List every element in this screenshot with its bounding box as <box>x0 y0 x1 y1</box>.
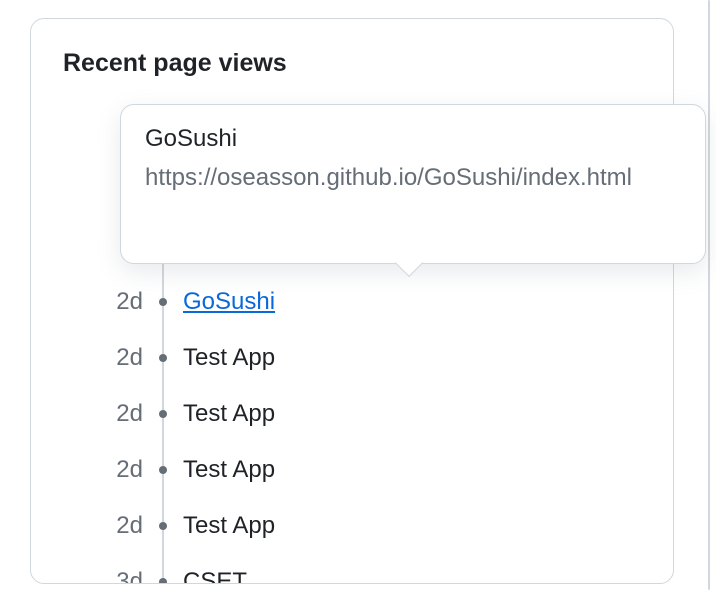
outer-panel-border <box>708 0 710 590</box>
timeline-row: 2d Test App <box>89 386 641 442</box>
timeline-dot-icon <box>143 578 183 584</box>
timeline-dot-icon <box>143 354 183 362</box>
page-label[interactable]: Test App <box>183 344 275 372</box>
recent-page-views-card: Recent page views 8 2 2 2d GoSushi 2d Te… <box>30 18 674 584</box>
time-label: 2d <box>89 512 143 540</box>
tooltip-url: https://oseasson.github.io/GoSushi/index… <box>145 161 681 195</box>
page-label[interactable]: Test App <box>183 400 275 428</box>
page-label: GoSushi <box>183 288 275 316</box>
card-title: Recent page views <box>63 49 641 78</box>
timeline-dot-icon <box>143 410 183 418</box>
time-label: 2d <box>89 288 143 316</box>
link-tooltip: GoSushi https://oseasson.github.io/GoSus… <box>120 104 706 264</box>
time-label: 2d <box>89 456 143 484</box>
page-label[interactable]: Test App <box>183 512 275 540</box>
timeline-dot-icon <box>143 298 183 306</box>
timeline-dot-icon <box>143 466 183 474</box>
timeline-row: 2d Test App <box>89 498 641 554</box>
timeline-row: 2d Test App <box>89 330 641 386</box>
timeline-row: 2d GoSushi <box>89 274 641 330</box>
page-label[interactable]: Test App <box>183 456 275 484</box>
time-label: 2d <box>89 400 143 428</box>
time-label: 2d <box>89 344 143 372</box>
page-label[interactable]: CSET <box>183 568 247 584</box>
time-label: 3d <box>89 568 143 584</box>
timeline-dot-icon <box>143 522 183 530</box>
timeline-row: 3d CSET <box>89 554 641 584</box>
tooltip-title: GoSushi <box>145 125 681 153</box>
timeline-row: 2d Test App <box>89 442 641 498</box>
page-link-gosushi[interactable]: GoSushi <box>183 288 275 315</box>
